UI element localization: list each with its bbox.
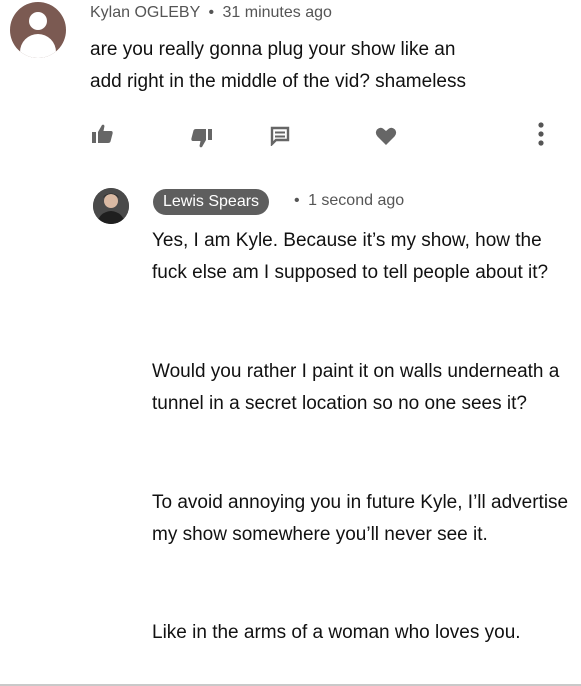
heart-button[interactable] <box>375 126 397 146</box>
reply-separator: • <box>294 192 300 209</box>
commenter-avatar[interactable] <box>10 2 66 58</box>
comment-meta: Kylan OGLEBY • 31 minutes ago <box>90 4 332 22</box>
thumbs-up-icon <box>92 124 113 143</box>
reply-author-chip[interactable]: Lewis Spears <box>153 189 270 215</box>
more-vertical-icon <box>538 122 544 146</box>
heart-icon <box>375 127 397 145</box>
reply-button[interactable] <box>270 126 290 146</box>
comment-timestamp[interactable]: 31 minutes ago <box>223 4 332 21</box>
comment-separator: • <box>208 4 215 21</box>
reply-paragraph-1: Yes, I am Kyle. Because it’s my show, ho… <box>152 230 549 283</box>
reply-paragraph-4: Like in the arms of a woman who loves yo… <box>152 622 521 643</box>
comment-author[interactable]: Kylan OGLEBY <box>90 4 200 21</box>
thumbs-down-icon <box>191 129 212 148</box>
like-button[interactable] <box>92 124 114 144</box>
more-options-button[interactable] <box>538 122 544 146</box>
reply-paragraph-3: To avoid annoying you in future Kyle, I’… <box>152 492 569 545</box>
reply-meta: • 1 second ago <box>294 192 404 210</box>
reply-author-avatar[interactable] <box>93 188 129 224</box>
default-avatar-head <box>29 12 47 30</box>
reply-paragraph-2: Would you rather I paint it on walls und… <box>152 361 560 414</box>
dislike-button[interactable] <box>190 128 212 148</box>
person-photo-icon <box>93 188 129 224</box>
comment-text: are you really gonna plug your show like… <box>90 39 466 92</box>
reply-icon <box>270 126 290 146</box>
default-avatar-body <box>20 34 56 58</box>
reply-timestamp[interactable]: 1 second ago <box>308 192 404 209</box>
